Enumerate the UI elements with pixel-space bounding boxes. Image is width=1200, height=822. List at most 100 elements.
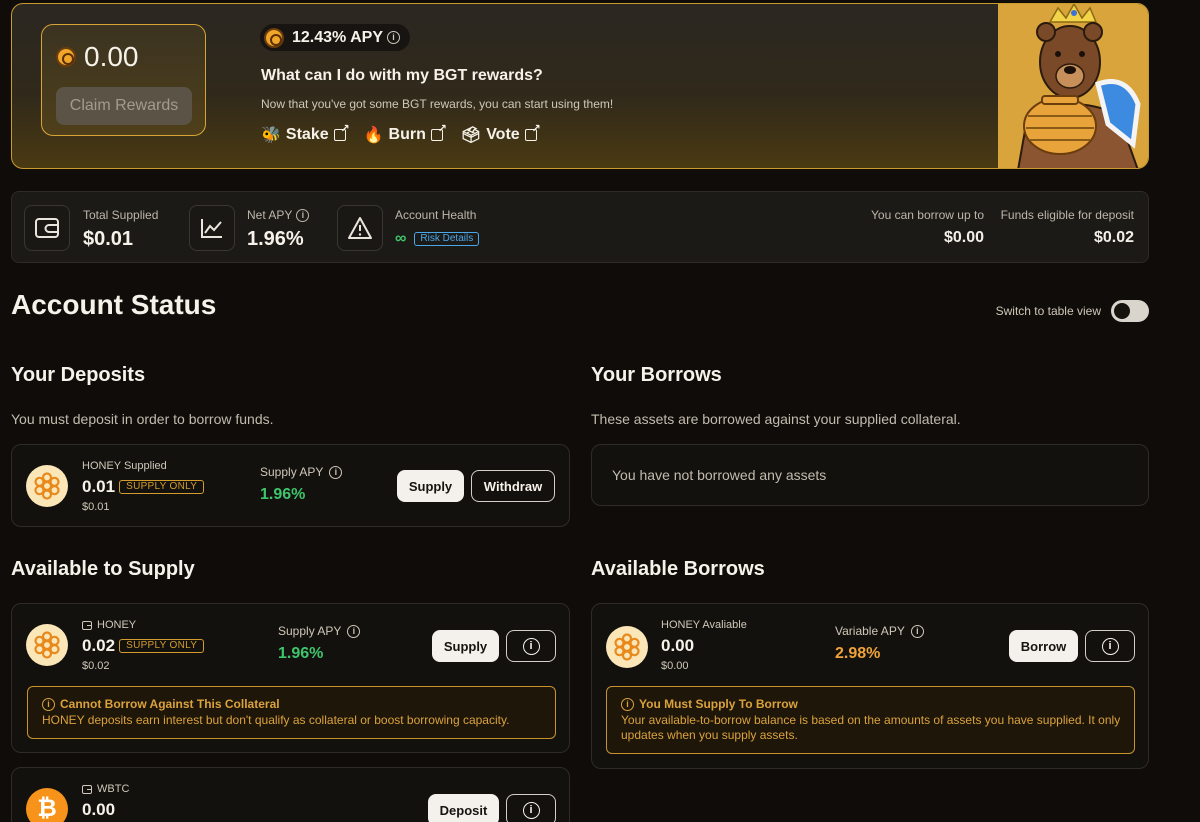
total-supplied-value: $0.01 xyxy=(83,228,134,250)
borrow-card-honey: HONEY Avaliable 0.00 $0.00 Variable APY … xyxy=(591,603,1149,769)
borrow-token-label: HONEY Avaliable xyxy=(661,619,747,631)
supply-wallet-usd: $0.02 xyxy=(82,660,110,672)
borrows-empty-card: You have not borrowed any assets xyxy=(591,444,1149,506)
external-link-icon xyxy=(524,122,541,141)
info-icon[interactable]: i xyxy=(329,465,343,479)
deposit-amount: 0.01 xyxy=(82,477,116,496)
withdraw-button[interactable]: Withdraw xyxy=(471,470,555,502)
borrow-available-usd: $0.00 xyxy=(661,660,689,672)
wallet-small-icon xyxy=(82,784,92,794)
external-link-icon xyxy=(333,122,350,141)
supply-apy-value: 1.96% xyxy=(260,486,306,503)
ballot-box-icon: 🗳 xyxy=(460,127,482,144)
details-info-button[interactable]: i xyxy=(1085,630,1135,662)
supply-card-wbtc: ₿ WBTC 0.00 Deposit i xyxy=(11,767,570,822)
supply-button[interactable]: Supply xyxy=(397,470,464,502)
funds-eligible-label: Funds eligible for deposit xyxy=(1000,208,1134,222)
rewards-banner: 0.00 Claim Rewards 12.43% APY i What can… xyxy=(11,3,1149,169)
honey-token-icon xyxy=(26,624,68,666)
rewards-links: 🐝 Stake 🔥 Burn 🗳 Vote xyxy=(261,122,541,145)
supply-card-honey: HONEY 0.02 SUPPLY ONLY $0.02 Supply APY … xyxy=(11,603,570,753)
available-borrows-title: Available Borrows xyxy=(591,558,765,580)
info-icon[interactable]: i xyxy=(347,624,361,638)
fire-icon: 🔥 xyxy=(363,127,384,144)
your-deposits-subtitle: You must deposit in order to borrow fund… xyxy=(11,411,274,427)
total-supplied-label: Total Supplied xyxy=(83,208,159,222)
borrow-up-to-label: You can borrow up to xyxy=(871,208,984,222)
account-health-label: Account Health xyxy=(395,208,477,222)
account-health: ∞ Risk Details xyxy=(395,230,480,248)
supply-button[interactable]: Supply xyxy=(432,630,499,662)
info-icon[interactable]: i xyxy=(387,31,401,44)
net-apy-label: Net APY i xyxy=(247,208,310,222)
supply-apy-value: 1.96% xyxy=(278,645,324,662)
details-info-button[interactable]: i xyxy=(506,630,556,662)
bear-mascot-illustration xyxy=(998,4,1148,168)
available-to-supply-title: Available to Supply xyxy=(11,558,195,580)
claim-rewards-button[interactable]: Claim Rewards xyxy=(56,87,192,125)
details-info-button[interactable]: i xyxy=(506,794,556,822)
supply-apy-label: Supply APY i xyxy=(260,465,343,479)
collateral-warning-title: i Cannot Borrow Against This Collateral xyxy=(42,697,280,711)
bgt-coin-icon xyxy=(56,47,76,67)
rewards-apy-pill: 12.43% APY i xyxy=(260,24,411,51)
deposit-card-honey: HONEY Supplied 0.01 SUPPLY ONLY $0.01 Su… xyxy=(11,444,570,527)
burn-link[interactable]: 🔥 Burn xyxy=(363,122,447,145)
deposit-usd: $0.01 xyxy=(82,501,110,513)
table-view-toggle[interactable] xyxy=(1111,300,1149,322)
variable-apy-label: Variable APY i xyxy=(835,624,924,638)
supply-only-badge: SUPPLY ONLY xyxy=(119,639,205,653)
info-icon: i xyxy=(1101,637,1119,655)
borrow-button[interactable]: Borrow xyxy=(1009,630,1078,662)
rewards-balance-value: 0.00 xyxy=(84,41,139,72)
collateral-warning: i Cannot Borrow Against This Collateral … xyxy=(27,686,556,739)
borrow-warning-text: Your available-to-borrow balance is base… xyxy=(621,713,1121,742)
info-icon: i xyxy=(621,697,634,711)
page-title: Account Status xyxy=(11,289,217,320)
your-borrows-subtitle: These assets are borrowed against your s… xyxy=(591,411,961,427)
bgt-coin-icon xyxy=(264,27,284,48)
warning-triangle-icon xyxy=(337,205,383,251)
rewards-apy: 12.43% APY xyxy=(292,28,384,46)
your-borrows-title: Your Borrows xyxy=(591,364,722,386)
honey-token-icon xyxy=(606,626,648,668)
deposit-token-label: HONEY Supplied xyxy=(82,460,167,472)
wallet-icon xyxy=(24,205,70,251)
bee-icon: 🐝 xyxy=(261,127,281,144)
variable-apy-value: 2.98% xyxy=(835,645,881,662)
info-icon: i xyxy=(522,801,540,819)
vote-link[interactable]: 🗳 Vote xyxy=(460,122,541,145)
supply-amount-row: 0.02 SUPPLY ONLY xyxy=(82,636,205,656)
rewards-title: What can I do with my BGT rewards? xyxy=(261,67,543,84)
info-icon[interactable]: i xyxy=(296,208,310,222)
borrow-warning: i You Must Supply To Borrow Your availab… xyxy=(606,686,1135,754)
supply-token-label: HONEY xyxy=(82,619,136,631)
your-deposits-title: Your Deposits xyxy=(11,364,146,386)
rewards-subtitle: Now that you've got some BGT rewards, yo… xyxy=(261,97,614,111)
bitcoin-icon: ₿ xyxy=(26,788,68,822)
wallet-small-icon xyxy=(82,620,92,630)
deposit-button[interactable]: Deposit xyxy=(428,794,499,822)
info-icon: i xyxy=(42,697,55,711)
line-chart-icon xyxy=(189,205,235,251)
info-icon[interactable]: i xyxy=(910,624,924,638)
rewards-balance: 0.00 xyxy=(56,41,139,73)
deposit-amount-row: 0.01 SUPPLY ONLY xyxy=(82,477,205,497)
borrows-empty-text: You have not borrowed any assets xyxy=(612,467,827,483)
claim-card: 0.00 Claim Rewards xyxy=(41,24,206,136)
funds-eligible-value: $0.02 xyxy=(1093,229,1134,246)
collateral-warning-text: HONEY deposits earn interest but don't q… xyxy=(42,713,510,727)
borrow-warning-title: i You Must Supply To Borrow xyxy=(621,697,798,711)
info-icon: i xyxy=(522,637,540,655)
stake-link[interactable]: 🐝 Stake xyxy=(261,122,350,145)
risk-details-button[interactable]: Risk Details xyxy=(414,232,480,246)
account-stats-bar: Total Supplied $0.01 Net APY i 1.96% Acc… xyxy=(11,191,1149,263)
supply-token-label: WBTC xyxy=(82,783,129,795)
external-link-icon xyxy=(430,122,447,141)
borrow-available-amount: 0.00 xyxy=(661,636,695,655)
table-view-toggle-label: Switch to table view xyxy=(995,304,1101,318)
net-apy-value: 1.96% xyxy=(247,228,304,250)
supply-wallet-amount: 0.00 xyxy=(82,800,116,819)
supply-wallet-amount: 0.02 xyxy=(82,636,116,655)
honey-token-icon xyxy=(26,465,68,507)
